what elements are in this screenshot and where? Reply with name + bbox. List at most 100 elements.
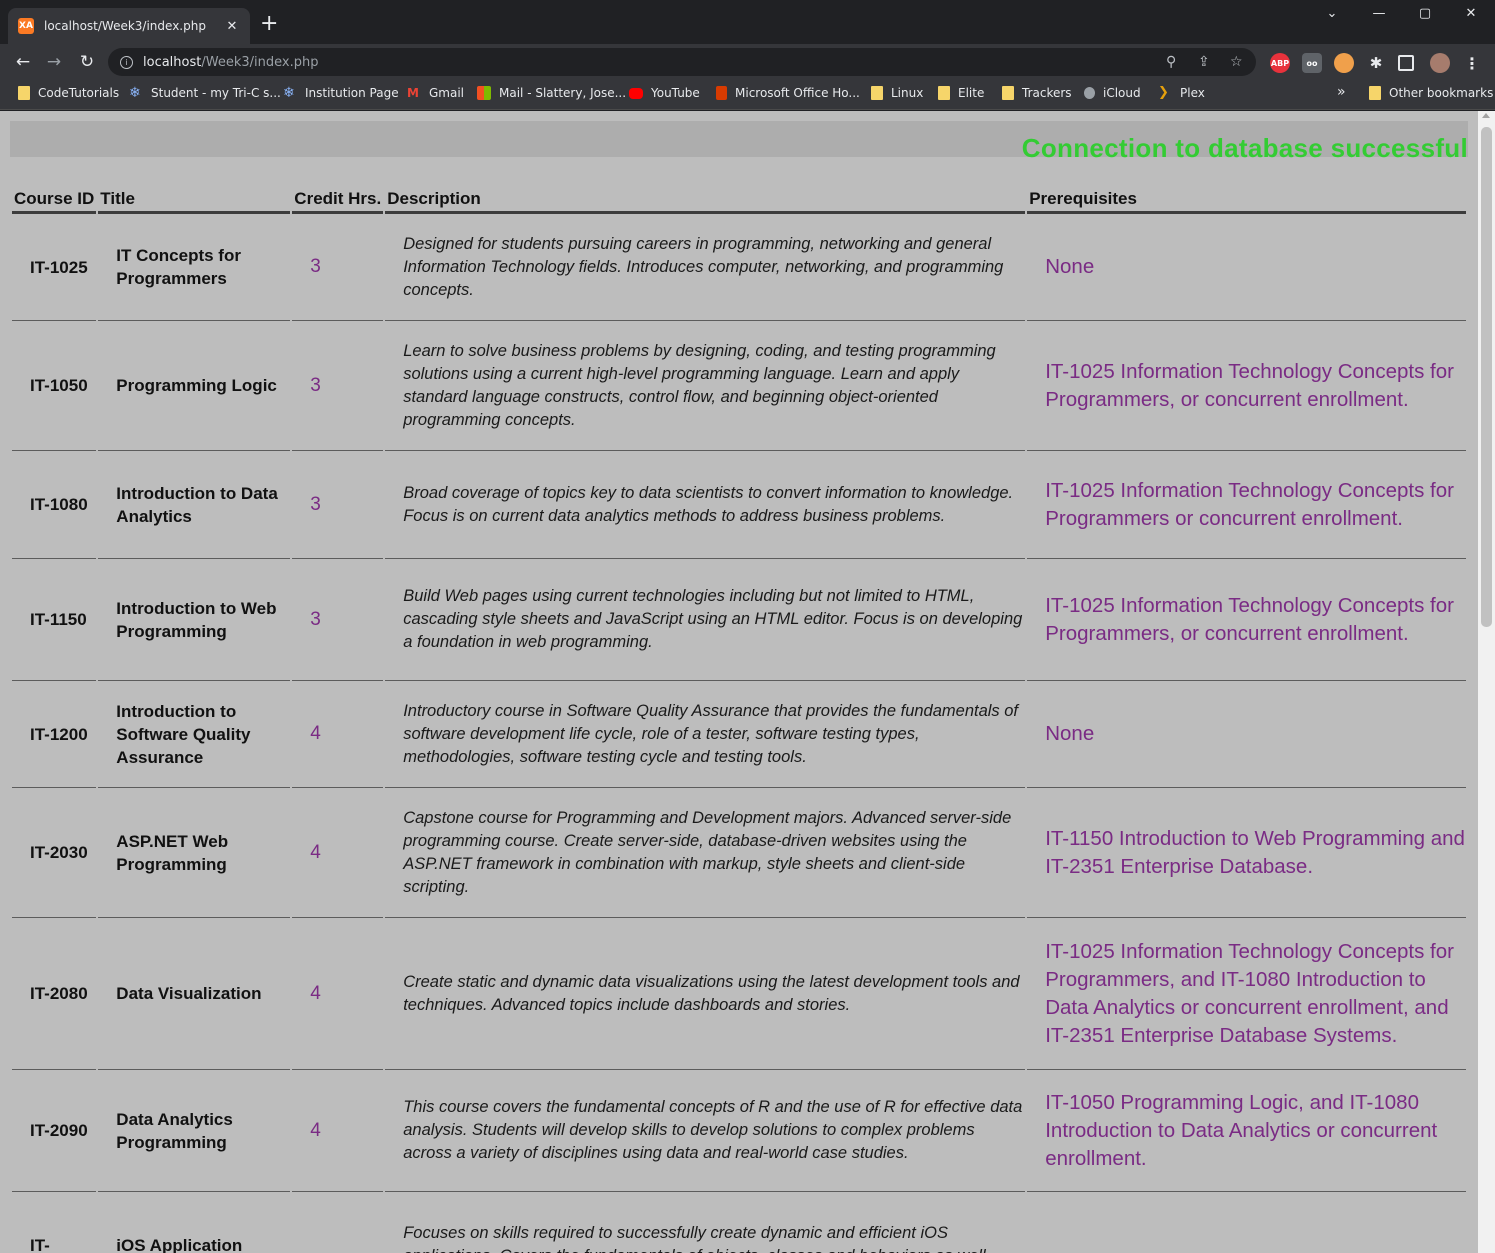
course-credit: 4 (292, 1070, 384, 1192)
bookmark-office[interactable]: Microsoft Office Ho... (716, 86, 860, 100)
bookmarks-overflow-button[interactable]: » (1337, 84, 1346, 100)
scrollbar-thumb[interactable] (1481, 127, 1492, 627)
course-id: IT-2030 (12, 788, 97, 918)
course-credit: 4 (292, 918, 384, 1070)
course-prerequisites: IT-1050 Programming Logic, and IT-1080 I… (1027, 1070, 1466, 1192)
course-title: Data Visualization (98, 918, 291, 1070)
scroll-up-arrow-icon[interactable] (1482, 113, 1490, 118)
minimize-button[interactable]: — (1369, 6, 1389, 21)
extensions-puzzle-icon[interactable]: ✱ (1366, 53, 1386, 73)
reload-button[interactable]: ↻ (74, 49, 100, 75)
browser-toolbar: ← → ↻ i localhost/Week3/index.php ⚲ ⇪ ☆ … (0, 44, 1495, 80)
bookmark-elite[interactable]: Elite (938, 86, 984, 100)
bookmark-mail[interactable]: Mail - Slattery, Jose... (477, 86, 626, 100)
header-credit-hours: Credit Hrs. (292, 185, 384, 214)
header-course-id: Course ID (12, 185, 97, 214)
page-viewport: Connection to database successful Course… (0, 111, 1495, 1253)
course-title: Introduction to Data Analytics (98, 451, 291, 559)
course-id: IT-1025 (12, 214, 97, 321)
bookmark-linux[interactable]: Linux (871, 86, 923, 100)
plex-icon: ❯ (1158, 85, 1169, 100)
bookmark-plex[interactable]: ❯ Plex (1158, 85, 1205, 101)
extension-glasses-icon[interactable]: oo (1302, 53, 1322, 73)
tab-search-icon[interactable]: ⌄ (1322, 6, 1342, 21)
page-scrollbar[interactable] (1478, 111, 1495, 1253)
tab-title: localhost/Week3/index.php (44, 19, 206, 33)
courses-table: Course ID Title Credit Hrs. Description … (10, 185, 1468, 1253)
profile-avatar[interactable] (1430, 53, 1450, 73)
back-button[interactable]: ← (10, 49, 36, 75)
bookmark-codetutorials[interactable]: CodeTutorials (18, 86, 119, 100)
folder-icon (938, 86, 950, 100)
connection-status-message: Connection to database successful (1021, 133, 1468, 163)
header-prerequisites: Prerequisites (1027, 185, 1466, 214)
site-info-icon[interactable]: i (120, 55, 133, 69)
youtube-icon (629, 87, 643, 99)
connection-status-bar: Connection to database successful (10, 121, 1468, 163)
table-row: IT-1050 Programming Logic 3 Learn to sol… (12, 321, 1466, 451)
folder-icon (1369, 86, 1381, 100)
course-prerequisites (1027, 1192, 1466, 1253)
bookmark-trackers[interactable]: Trackers (1002, 86, 1072, 100)
course-prerequisites: IT-1025 Information Technology Concepts … (1027, 559, 1466, 681)
bookmark-icloud[interactable]: iCloud (1084, 86, 1141, 100)
course-prerequisites: None (1027, 681, 1466, 788)
close-window-button[interactable]: ✕ (1461, 6, 1481, 21)
folder-icon (871, 86, 883, 100)
header-title: Title (98, 185, 291, 214)
course-description: This course covers the fundamental conce… (385, 1070, 1026, 1192)
side-panel-icon[interactable] (1398, 55, 1414, 71)
table-header-row: Course ID Title Credit Hrs. Description … (12, 185, 1466, 214)
bookmark-star-icon[interactable]: ☆ (1230, 54, 1243, 70)
course-title: ASP.NET Web Programming (98, 788, 291, 918)
url-host: localhost (143, 54, 202, 70)
course-title: IT Concepts for Programmers (98, 214, 291, 321)
office-icon (716, 86, 727, 100)
course-credit: 3 (292, 214, 384, 321)
folder-icon (1002, 86, 1014, 100)
course-description: Create static and dynamic data visualiza… (385, 918, 1026, 1070)
forward-button[interactable]: → (41, 49, 67, 75)
url-path: /Week3/index.php (201, 54, 319, 70)
course-title: Data Analytics Programming (98, 1070, 291, 1192)
new-tab-button[interactable]: + (260, 13, 278, 35)
tab-close-icon[interactable]: ✕ (224, 19, 240, 34)
course-description: Build Web pages using current technologi… (385, 559, 1026, 681)
bookmark-gmail[interactable]: M Gmail (407, 86, 464, 100)
share-icon[interactable]: ⇪ (1198, 54, 1210, 70)
table-row: IT-2090 Data Analytics Programming 4 Thi… (12, 1070, 1466, 1192)
course-id: IT- (12, 1192, 96, 1253)
xampp-favicon-icon: XA (18, 18, 34, 34)
adblock-plus-icon[interactable]: ABP (1270, 53, 1290, 73)
course-description: Focuses on skills required to successful… (385, 1192, 1025, 1253)
course-title: Programming Logic (98, 321, 291, 451)
course-credit: 3 (292, 559, 384, 681)
course-description: Capstone course for Programming and Deve… (385, 788, 1026, 918)
table-row: IT-1080 Introduction to Data Analytics 3… (12, 451, 1466, 559)
apple-icon (1084, 87, 1095, 99)
course-title: Introduction to Web Programming (98, 559, 291, 681)
address-bar[interactable]: i localhost/Week3/index.php ⚲ ⇪ ☆ (108, 48, 1256, 76)
maximize-button[interactable]: ▢ (1415, 6, 1435, 21)
bookmark-youtube[interactable]: YouTube (629, 86, 700, 100)
table-row: IT-1150 Introduction to Web Programming … (12, 559, 1466, 681)
course-title: Introduction to Software Quality Assuran… (98, 681, 291, 788)
bookmark-other-bookmarks[interactable]: Other bookmarks (1369, 86, 1493, 100)
table-row: IT- iOS Application Focuses on skills re… (12, 1192, 1466, 1253)
table-row: IT-1200 Introduction to Software Quality… (12, 681, 1466, 788)
course-description: Introductory course in Software Quality … (385, 681, 1026, 788)
table-row: IT-2030 ASP.NET Web Programming 4 Capsto… (12, 788, 1466, 918)
folder-icon (18, 86, 30, 100)
zoom-icon[interactable]: ⚲ (1166, 54, 1176, 70)
menu-kebab-icon[interactable]: ⋮ (1462, 53, 1482, 73)
tab-strip: XA localhost/Week3/index.php ✕ + ⌄ — ▢ ✕ (0, 0, 1495, 44)
bookmark-institution-page[interactable]: ❄ Institution Page (283, 86, 399, 100)
bookmark-student[interactable]: ❄ Student - my Tri-C s... (129, 86, 281, 100)
course-description: Designed for students pursuing careers i… (385, 214, 1026, 321)
gmail-icon: M (407, 86, 419, 100)
browser-tab[interactable]: XA localhost/Week3/index.php ✕ (8, 8, 250, 44)
extension-flame-icon[interactable] (1334, 53, 1354, 73)
course-prerequisites: IT-1025 Information Technology Concepts … (1027, 321, 1466, 451)
header-description: Description (385, 185, 1026, 214)
course-id: IT-1150 (12, 559, 97, 681)
